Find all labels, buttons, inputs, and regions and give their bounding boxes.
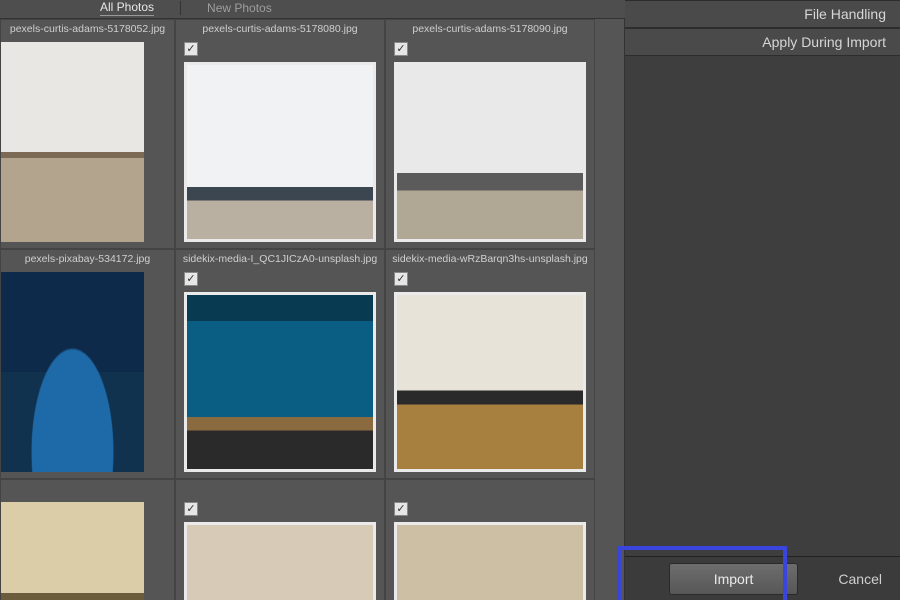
- thumbnail-cell[interactable]: sidekix-media-wRzBarqn3hs-unsplash.jpg ✓: [385, 249, 595, 479]
- thumbnail-image: [1, 42, 144, 242]
- thumbnail-cell[interactable]: ✓ yann-maignan-x3BCSWCAtrY-unsplash.jpg: [385, 479, 595, 600]
- cancel-button[interactable]: Cancel: [838, 571, 882, 587]
- thumbnail-checkbox[interactable]: ✓: [184, 42, 198, 56]
- thumbnail-checkbox[interactable]: ✓: [394, 272, 408, 286]
- thumbnail-image: [1, 502, 144, 600]
- file-name: pexels-pixabay-534172.jpg: [1, 253, 174, 265]
- panel-apply-during-import[interactable]: Apply During Import: [625, 28, 900, 56]
- thumbnail-cell[interactable]: pexels-curtis-adams-5178090.jpg ✓: [385, 19, 595, 249]
- tab-divider: [180, 1, 181, 15]
- file-name: pexels-curtis-adams-5178052.jpg: [1, 23, 174, 35]
- thumbnail-cell[interactable]: pexels-pixabay-534172.jpg: [0, 249, 175, 479]
- file-name: pexels-curtis-adams-5178080.jpg: [176, 23, 384, 35]
- thumbnail-grid: pexels-curtis-adams-5178052.jpg pexels-c…: [0, 18, 625, 600]
- thumbnail-cell[interactable]: pexels-curtis-adams-5178052.jpg: [0, 19, 175, 249]
- thumbnail-checkbox[interactable]: ✓: [184, 272, 198, 286]
- thumbnail-checkbox[interactable]: ✓: [394, 42, 408, 56]
- thumbnail-checkbox[interactable]: ✓: [394, 502, 408, 516]
- thumbnail-image: [397, 525, 583, 600]
- import-button[interactable]: Import: [669, 563, 799, 595]
- tab-all-photos[interactable]: All Photos: [100, 0, 154, 16]
- thumbnail-image: [1, 272, 144, 472]
- thumbnail-image: [397, 65, 583, 239]
- file-name: sidekix-media-wRzBarqn3hs-unsplash.jpg: [386, 253, 594, 265]
- app-root: All Photos New Photos pexels-curtis-adam…: [0, 0, 900, 600]
- thumbnail-cell[interactable]: sidekix-media-I_QC1JICzA0-unsplash.jpg ✓: [175, 249, 385, 479]
- file-name: sidekix-media-I_QC1JICzA0-unsplash.jpg: [176, 253, 384, 265]
- view-tabs: All Photos New Photos: [0, 0, 625, 16]
- file-name: pexels-curtis-adams-5178090.jpg: [386, 23, 594, 35]
- thumbnail-image: [187, 295, 373, 469]
- thumbnail-cell[interactable]: ilcina-KtOid0FLjqU-unsplash.jpg: [0, 479, 175, 600]
- thumbnail-cell[interactable]: ✓ wall-416060_1280.jpg: [175, 479, 385, 600]
- thumbnail-cell[interactable]: pexels-curtis-adams-5178080.jpg ✓: [175, 19, 385, 249]
- thumbnail-image: [187, 525, 373, 600]
- footer-buttons: Import Cancel: [625, 556, 900, 600]
- thumbnail-image: [187, 65, 373, 239]
- panel-file-handling[interactable]: File Handling: [625, 0, 900, 28]
- thumbnail-image: [397, 295, 583, 469]
- thumbnail-checkbox[interactable]: ✓: [184, 502, 198, 516]
- side-pane: File Handling Apply During Import Import…: [625, 0, 900, 600]
- main-pane: All Photos New Photos pexels-curtis-adam…: [0, 0, 625, 600]
- tab-new-photos[interactable]: New Photos: [207, 1, 272, 15]
